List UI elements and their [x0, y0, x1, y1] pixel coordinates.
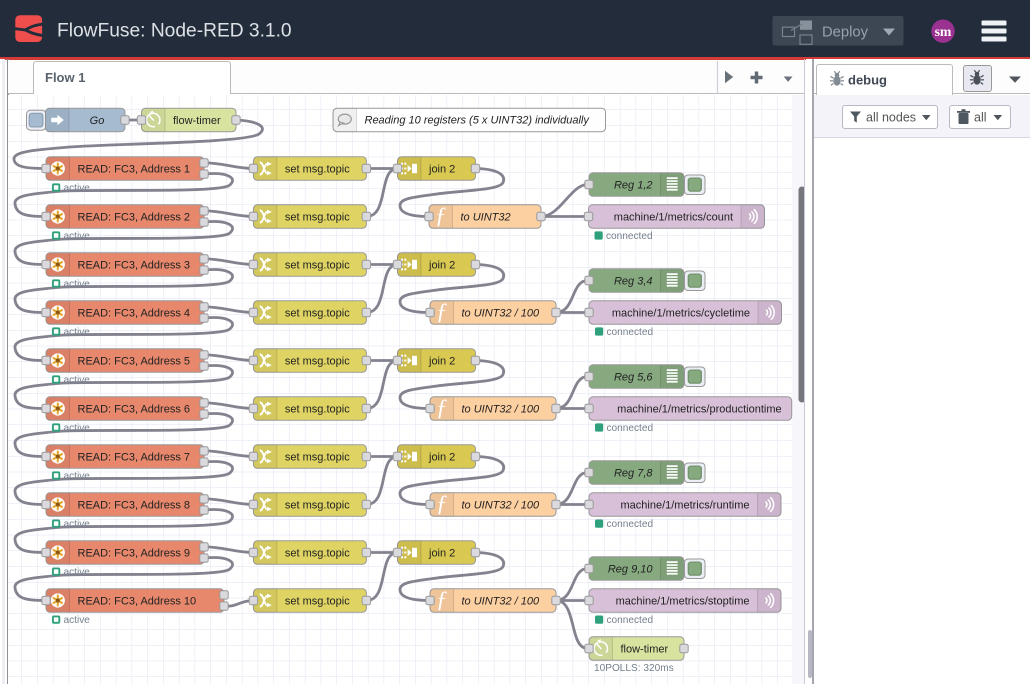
- svg-text:connected: connected: [607, 614, 654, 625]
- svg-text:Reg 7,8: Reg 7,8: [614, 467, 653, 479]
- svg-text:active: active: [64, 374, 91, 385]
- svg-text:Deploy: Deploy: [822, 25, 869, 41]
- svg-text:FlowFuse: Node-RED 3.1.0: FlowFuse: Node-RED 3.1.0: [57, 21, 292, 42]
- svg-text:set msg.topic: set msg.topic: [285, 259, 350, 271]
- svg-text:set msg.topic: set msg.topic: [285, 547, 350, 559]
- svg-text:active: active: [64, 566, 91, 577]
- svg-text:active: active: [64, 422, 91, 433]
- svg-text:connected: connected: [607, 518, 654, 529]
- svg-text:to UINT32 / 100: to UINT32 / 100: [462, 307, 541, 319]
- svg-text:active: active: [64, 614, 91, 625]
- svg-text:to UINT32 / 100: to UINT32 / 100: [462, 595, 541, 607]
- svg-text:set msg.topic: set msg.topic: [285, 499, 350, 511]
- svg-text:set msg.topic: set msg.topic: [285, 163, 350, 175]
- svg-text:READ: FC3, Address 6: READ: FC3, Address 6: [78, 403, 191, 415]
- svg-text:10POLLS: 320ms: 10POLLS: 320ms: [594, 662, 674, 673]
- svg-text:join 2: join 2: [428, 355, 455, 367]
- svg-text:READ: FC3, Address 3: READ: FC3, Address 3: [78, 259, 191, 271]
- svg-text:join 2: join 2: [428, 163, 455, 175]
- svg-text:to UINT32 / 100: to UINT32 / 100: [462, 403, 541, 415]
- svg-text:set msg.topic: set msg.topic: [285, 595, 350, 607]
- svg-text:Reg 1,2: Reg 1,2: [614, 179, 653, 191]
- svg-text:Reg 5,6: Reg 5,6: [614, 371, 653, 383]
- svg-text:READ: FC3, Address 9: READ: FC3, Address 9: [78, 547, 191, 559]
- svg-text:connected: connected: [607, 326, 654, 337]
- svg-text:all nodes: all nodes: [866, 111, 916, 125]
- svg-text:READ: FC3, Address 2: READ: FC3, Address 2: [78, 211, 191, 223]
- svg-text:Go: Go: [90, 114, 105, 126]
- svg-text:Reg 9,10: Reg 9,10: [608, 563, 654, 575]
- svg-text:active: active: [64, 326, 91, 337]
- svg-text:sm: sm: [935, 24, 952, 39]
- svg-text:ƒ: ƒ: [436, 299, 448, 324]
- svg-text:flow-timer: flow-timer: [173, 114, 221, 126]
- svg-text:active: active: [64, 518, 91, 529]
- svg-text:join 2: join 2: [428, 451, 455, 463]
- svg-text:connected: connected: [606, 230, 653, 241]
- svg-text:machine/1/metrics/count: machine/1/metrics/count: [614, 211, 733, 223]
- svg-text:ƒ: ƒ: [436, 395, 448, 420]
- svg-text:machine/1/metrics/productionti: machine/1/metrics/productiontime: [617, 403, 781, 415]
- svg-text:join 2: join 2: [428, 259, 455, 271]
- svg-text:set msg.topic: set msg.topic: [285, 307, 350, 319]
- svg-text:connected: connected: [607, 422, 654, 433]
- svg-text:machine/1/metrics/runtime: machine/1/metrics/runtime: [621, 499, 750, 511]
- svg-text:set msg.topic: set msg.topic: [285, 211, 350, 223]
- svg-text:active: active: [64, 470, 91, 481]
- svg-text:ƒ: ƒ: [436, 491, 448, 516]
- svg-text:READ: FC3, Address 8: READ: FC3, Address 8: [78, 499, 191, 511]
- svg-text:ƒ: ƒ: [435, 203, 447, 228]
- svg-text:set msg.topic: set msg.topic: [285, 403, 350, 415]
- svg-text:Reg 3,4: Reg 3,4: [614, 275, 653, 287]
- svg-text:READ: FC3, Address 10: READ: FC3, Address 10: [78, 595, 197, 607]
- svg-text:READ: FC3, Address 1: READ: FC3, Address 1: [78, 163, 191, 175]
- svg-text:READ: FC3, Address 7: READ: FC3, Address 7: [78, 451, 191, 463]
- svg-text:ƒ: ƒ: [436, 587, 448, 612]
- svg-text:active: active: [64, 230, 91, 241]
- svg-text:set msg.topic: set msg.topic: [285, 355, 350, 367]
- svg-text:READ: FC3, Address 4: READ: FC3, Address 4: [78, 307, 191, 319]
- svg-text:set msg.topic: set msg.topic: [285, 451, 350, 463]
- svg-text:debug: debug: [848, 72, 887, 87]
- svg-text:to UINT32 / 100: to UINT32 / 100: [462, 499, 541, 511]
- svg-text:active: active: [64, 182, 91, 193]
- svg-text:all: all: [974, 111, 987, 125]
- svg-text:READ: FC3, Address 5: READ: FC3, Address 5: [78, 355, 191, 367]
- svg-text:machine/1/metrics/stoptime: machine/1/metrics/stoptime: [616, 595, 750, 607]
- svg-text:machine/1/metrics/cycletime: machine/1/metrics/cycletime: [612, 307, 750, 319]
- svg-text:flow-timer: flow-timer: [621, 643, 669, 655]
- svg-text:to UINT32: to UINT32: [461, 211, 511, 223]
- svg-text:Reading 10 registers (5 x UINT: Reading 10 registers (5 x UINT32) indivi…: [365, 114, 591, 126]
- svg-text:join 2: join 2: [428, 547, 455, 559]
- svg-text:active: active: [64, 278, 91, 289]
